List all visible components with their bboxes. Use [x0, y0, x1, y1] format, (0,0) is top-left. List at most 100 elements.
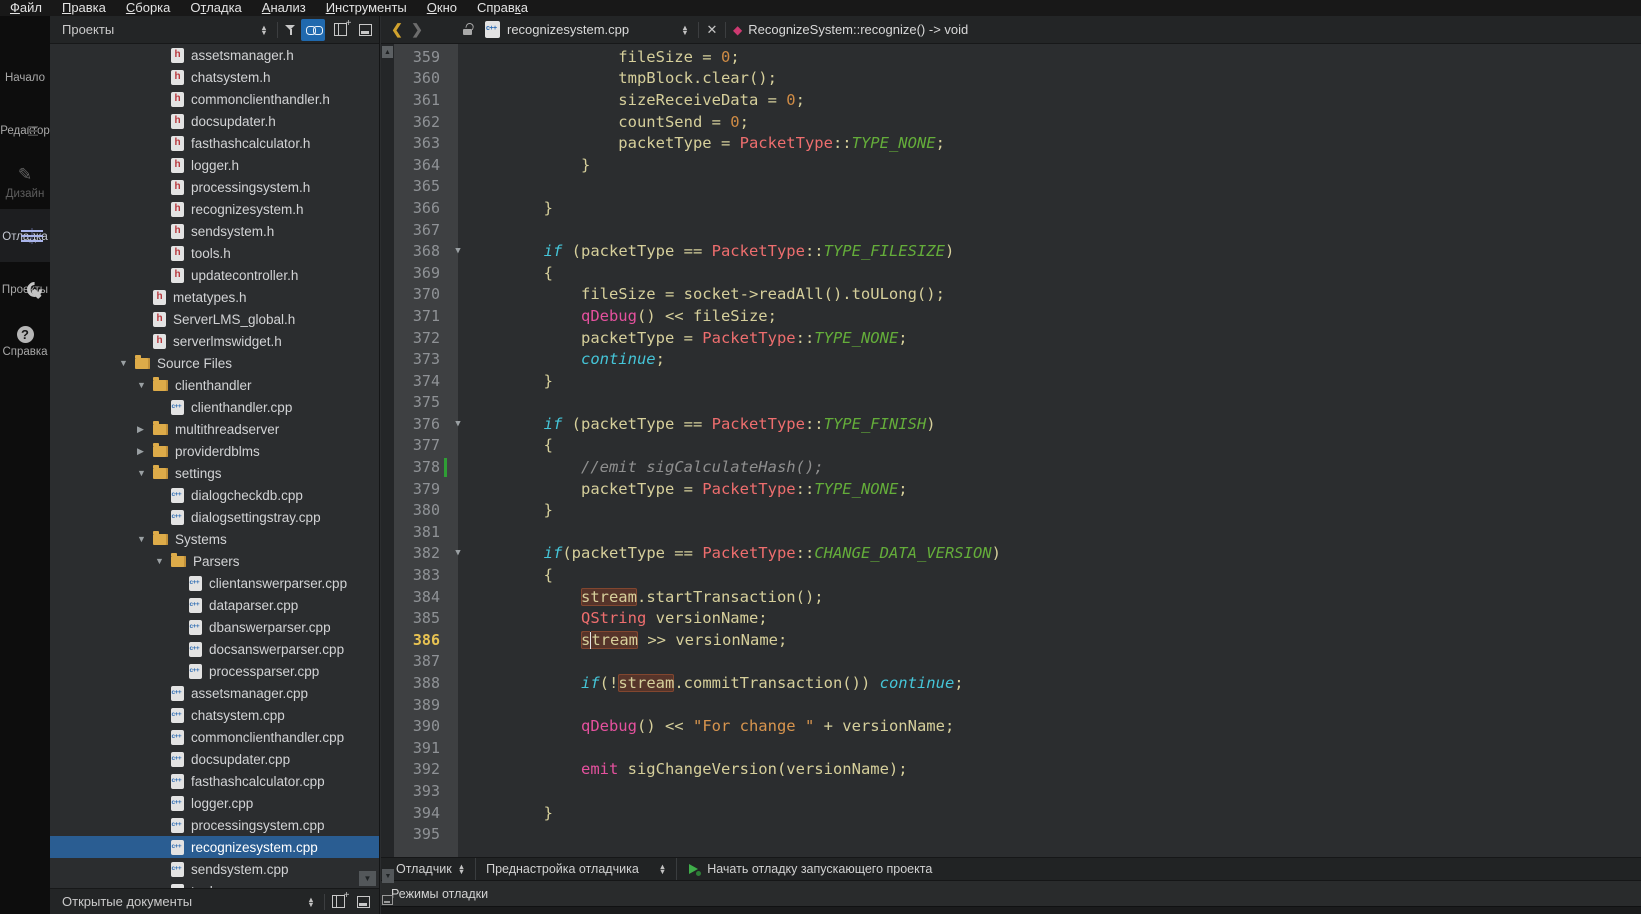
menu-item[interactable]: Анализ [252, 0, 316, 16]
code-line[interactable]: 368▼ if (packetType == PacketType::TYPE_… [381, 240, 1641, 262]
code-text[interactable]: } [469, 156, 1641, 174]
line-number[interactable]: 380 [394, 501, 444, 519]
code-line[interactable]: 393 [381, 780, 1641, 802]
line-number[interactable]: 381 [394, 523, 444, 541]
line-number[interactable]: 367 [394, 221, 444, 239]
tree-file-row[interactable]: processingsystem.h [50, 176, 379, 198]
line-number[interactable]: 393 [394, 782, 444, 800]
tree-file-row[interactable]: updatecontroller.h [50, 264, 379, 286]
tree-file-row[interactable]: assetsmanager.h [50, 44, 379, 66]
code-line[interactable]: 371 qDebug() << fileSize; [381, 305, 1641, 327]
lock-icon[interactable] [457, 19, 477, 41]
mode-bug[interactable]: Отладка [0, 209, 50, 262]
document-selector-arrows[interactable]: ▲▼ [675, 19, 695, 41]
line-number[interactable]: 374 [394, 372, 444, 390]
line-number[interactable]: 390 [394, 717, 444, 735]
line-number[interactable]: 360 [394, 69, 444, 87]
line-number[interactable]: 368 [394, 242, 444, 260]
line-number[interactable]: 370 [394, 285, 444, 303]
code-text[interactable]: fileSize = 0; [469, 48, 1641, 66]
menu-item[interactable]: Окно [417, 0, 467, 16]
tree-file-row[interactable]: clientanswerparser.cpp [50, 572, 379, 594]
code-text[interactable]: if(packetType == PacketType::CHANGE_DATA… [469, 544, 1641, 562]
tree-folder-row[interactable]: ▼Parsers [50, 550, 379, 572]
mode-document[interactable]: Редактор [0, 103, 50, 156]
code-line[interactable]: 372 packetType = PacketType::TYPE_NONE; [381, 327, 1641, 349]
tree-file-row[interactable]: tools.h [50, 242, 379, 264]
code-text[interactable]: countSend = 0; [469, 113, 1641, 131]
line-number[interactable]: 392 [394, 760, 444, 778]
code-text[interactable]: packetType = PacketType::TYPE_NONE; [469, 329, 1641, 347]
code-line[interactable]: 380 } [381, 499, 1641, 521]
code-line[interactable]: 386 stream >> versionName; [381, 629, 1641, 651]
tree-file-row[interactable]: chatsystem.cpp [50, 704, 379, 726]
tree-file-row[interactable]: clienthandler.cpp [50, 396, 379, 418]
code-text[interactable]: if (packetType == PacketType::TYPE_FILES… [469, 242, 1641, 260]
line-number[interactable]: 383 [394, 566, 444, 584]
code-text[interactable]: { [469, 436, 1641, 454]
tree-file-row[interactable]: docsupdater.h [50, 110, 379, 132]
tree-folder-row[interactable]: ▼Source Files [50, 352, 379, 374]
line-number[interactable]: 372 [394, 329, 444, 347]
tree-file-row[interactable]: dataparser.cpp [50, 594, 379, 616]
menu-item[interactable]: Справка [467, 0, 538, 16]
link-with-editor-icon[interactable] [301, 19, 325, 41]
code-line[interactable]: 362 countSend = 0; [381, 111, 1641, 133]
line-number[interactable]: 379 [394, 480, 444, 498]
code-line[interactable]: 391 [381, 737, 1641, 759]
menu-item[interactable]: Файл [0, 0, 52, 16]
tree-folder-row[interactable]: ▼Systems [50, 528, 379, 550]
mode-wrench[interactable]: Проекты [0, 262, 50, 315]
scroll-down-icon[interactable]: ▼ [382, 869, 394, 883]
line-number[interactable]: 389 [394, 696, 444, 714]
tree-file-row[interactable]: recognizesystem.h [50, 198, 379, 220]
start-debug-label[interactable]: Начать отладку запускающего проекта [707, 862, 932, 876]
tree-file-row[interactable]: fasthashcalculator.h [50, 132, 379, 154]
code-text[interactable]: if (packetType == PacketType::TYPE_FINIS… [469, 415, 1641, 433]
code-line[interactable]: 369 { [381, 262, 1641, 284]
tree-file-row[interactable]: commonclienthandler.cpp [50, 726, 379, 748]
code-line[interactable]: 389 [381, 694, 1641, 716]
tree-file-row[interactable]: processingsystem.cpp [50, 814, 379, 836]
code-text[interactable]: sizeReceiveData = 0; [469, 91, 1641, 109]
tree-folder-row[interactable]: ▼clienthandler [50, 374, 379, 396]
tree-file-row[interactable]: dbanswerparser.cpp [50, 616, 379, 638]
nav-back-icon[interactable]: ❮ [387, 19, 407, 41]
line-number[interactable]: 366 [394, 199, 444, 217]
code-line[interactable]: 367 [381, 219, 1641, 241]
line-number[interactable]: 369 [394, 264, 444, 282]
code-line[interactable]: 376▼ if (packetType == PacketType::TYPE_… [381, 413, 1641, 435]
code-text[interactable]: //emit sigCalculateHash(); [469, 458, 1641, 476]
menu-item[interactable]: Сборка [116, 0, 181, 16]
code-line[interactable]: 373 continue; [381, 348, 1641, 370]
tree-file-row[interactable]: serverlmswidget.h [50, 330, 379, 352]
code-line[interactable]: 381 [381, 521, 1641, 543]
code-line[interactable]: 384 stream.startTransaction(); [381, 586, 1641, 608]
code-text[interactable]: continue; [469, 350, 1641, 368]
code-line[interactable]: 395 [381, 823, 1641, 845]
collapse-pane-icon[interactable] [353, 891, 373, 913]
close-document-icon[interactable]: ✕ [702, 19, 722, 41]
code-line[interactable]: 360 tmpBlock.clear(); [381, 68, 1641, 90]
line-number[interactable]: 361 [394, 91, 444, 109]
line-number[interactable]: 394 [394, 804, 444, 822]
code-text[interactable]: { [469, 566, 1641, 584]
code-text[interactable]: } [469, 501, 1641, 519]
line-number[interactable]: 373 [394, 350, 444, 368]
debugger-selector[interactable]: Отладчик [396, 862, 452, 876]
code-line[interactable]: 363 packetType = PacketType::TYPE_NONE; [381, 132, 1641, 154]
line-number[interactable]: 385 [394, 609, 444, 627]
code-line[interactable]: 364 } [381, 154, 1641, 176]
code-editor[interactable]: ▲ 359 fileSize = 0;360 tmpBlock.clear();… [381, 44, 1641, 857]
code-text[interactable]: stream.startTransaction(); [469, 588, 1641, 606]
tree-file-row[interactable]: tools.cpp [50, 880, 379, 888]
tree-file-row[interactable]: recognizesystem.cpp [50, 836, 379, 858]
code-line[interactable]: 366 } [381, 197, 1641, 219]
tree-folder-row[interactable]: ▶multithreadserver [50, 418, 379, 440]
code-text[interactable]: qDebug() << "For change " + versionName; [469, 717, 1641, 735]
code-line[interactable]: 383 { [381, 564, 1641, 586]
tree-file-row[interactable]: processparser.cpp [50, 660, 379, 682]
tree-file-row[interactable]: dialogcheckdb.cpp [50, 484, 379, 506]
tree-file-row[interactable]: chatsystem.h [50, 66, 379, 88]
code-line[interactable]: 359 fileSize = 0; [381, 46, 1641, 68]
